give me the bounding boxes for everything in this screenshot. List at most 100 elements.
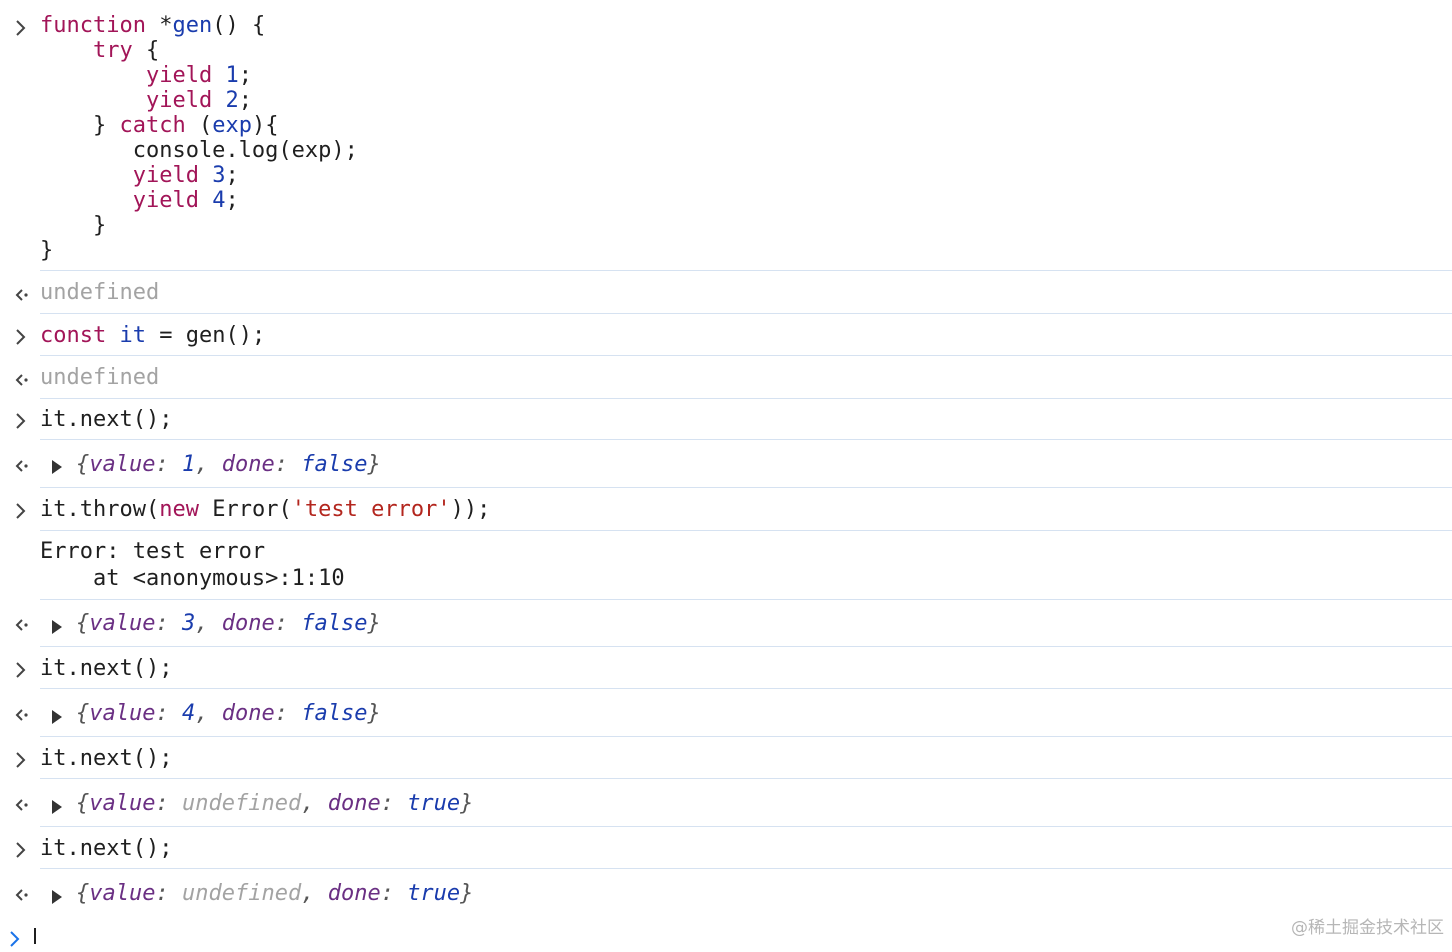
code-token: it.throw( [40, 497, 160, 522]
object-preview-token: { [76, 881, 90, 906]
code-token: function [40, 13, 146, 38]
separator [40, 487, 1452, 488]
chevron-right-icon [6, 926, 24, 952]
object-preview-token: , [195, 611, 222, 636]
code-token: { [132, 38, 160, 63]
chevron-right-icon [12, 657, 30, 683]
result-undefined: undefined [40, 365, 160, 390]
code-token: * [145, 13, 173, 38]
chevron-right-icon [12, 15, 30, 41]
code-token: ; [225, 188, 239, 213]
code-token: new [159, 497, 199, 522]
result-object[interactable]: {value: 4, done: false} [76, 701, 381, 726]
code-token: catch [119, 113, 186, 138]
code-token: } [40, 113, 120, 138]
object-preview-token: } [460, 881, 474, 906]
code-token: yield [132, 163, 199, 188]
code-token: 1 [225, 63, 239, 88]
console-input-caret[interactable] [34, 928, 36, 944]
object-preview-token: 1 [181, 452, 196, 477]
result-object[interactable]: {value: 1, done: false} [76, 452, 381, 477]
separator [40, 530, 1452, 531]
code-token: const [40, 323, 107, 348]
object-preview-token: : [155, 791, 182, 816]
object-preview-token: value [89, 611, 156, 636]
object-preview-token: } [367, 452, 381, 477]
object-preview-token: 3 [181, 611, 196, 636]
result-object[interactable]: {value: 3, done: false} [76, 611, 381, 636]
separator [40, 398, 1452, 399]
triangle-right-icon[interactable] [50, 796, 64, 814]
code-token: ){ [251, 113, 279, 138]
triangle-right-icon[interactable] [50, 616, 64, 634]
code-token: = gen(); [145, 323, 266, 348]
chevron-right-icon [12, 498, 30, 524]
code-token: 4 [212, 188, 226, 213]
code-token: console.log(exp); [40, 138, 358, 163]
result-undefined: undefined [40, 280, 160, 305]
separator [40, 688, 1452, 689]
separator [40, 778, 1452, 779]
object-preview-token: : [155, 611, 182, 636]
code-token: yield [145, 88, 213, 113]
code-line: yield 4; [40, 188, 239, 213]
code-token: Error( [198, 497, 292, 522]
object-preview-token: } [367, 701, 381, 726]
object-preview-token: : [155, 701, 182, 726]
input-line: it.next(); [40, 746, 173, 771]
code-token: 2 [225, 88, 239, 113]
code-line: yield 2; [40, 88, 252, 113]
object-preview-token: value [89, 791, 156, 816]
object-preview-token: 4 [181, 701, 196, 726]
code-token: } [40, 213, 107, 238]
triangle-right-icon[interactable] [50, 886, 64, 904]
object-preview-token: done [221, 452, 275, 477]
object-preview-token: undefined [181, 881, 302, 906]
separator [40, 646, 1452, 647]
object-preview-token: done [327, 791, 381, 816]
console-log-stack: at <anonymous>:1:10 [40, 566, 345, 591]
return-arrow-icon [12, 453, 30, 479]
separator [40, 826, 1452, 827]
triangle-right-icon[interactable] [50, 706, 64, 724]
object-preview-token: , [195, 452, 222, 477]
console-log-error: Error: test error [40, 539, 266, 564]
return-arrow-icon [12, 367, 30, 393]
input-line: const it = gen(); [40, 323, 265, 348]
input-line: it.next(); [40, 656, 173, 681]
object-preview-token: false [301, 701, 368, 726]
object-preview-token: false [301, 452, 368, 477]
result-object[interactable]: {value: undefined, done: true} [76, 881, 473, 906]
code-token: gen [172, 13, 213, 38]
object-preview-token: true [407, 881, 461, 906]
code-line: console.log(exp); [40, 138, 358, 163]
return-arrow-icon [12, 792, 30, 818]
code-token: it [119, 323, 146, 348]
separator [40, 599, 1452, 600]
return-arrow-icon [12, 702, 30, 728]
triangle-right-icon[interactable] [50, 456, 64, 474]
object-preview-token: } [367, 611, 381, 636]
separator [40, 355, 1452, 356]
object-preview-token: , [301, 881, 328, 906]
object-preview-token: { [76, 611, 90, 636]
object-preview-token: done [327, 881, 381, 906]
object-preview-token: , [301, 791, 328, 816]
object-preview-token: : [380, 881, 408, 906]
separator [40, 313, 1452, 314]
object-preview-token: value [89, 452, 156, 477]
object-preview-token: true [407, 791, 461, 816]
code-token: ; [225, 163, 239, 188]
code-line: } catch (exp){ [40, 113, 279, 138]
separator [40, 736, 1452, 737]
input-line: it.next(); [40, 836, 173, 861]
object-preview-token: : [155, 881, 182, 906]
result-object[interactable]: {value: undefined, done: true} [76, 791, 473, 816]
code-line: function *gen() { [40, 13, 265, 38]
code-token: yield [145, 63, 213, 88]
